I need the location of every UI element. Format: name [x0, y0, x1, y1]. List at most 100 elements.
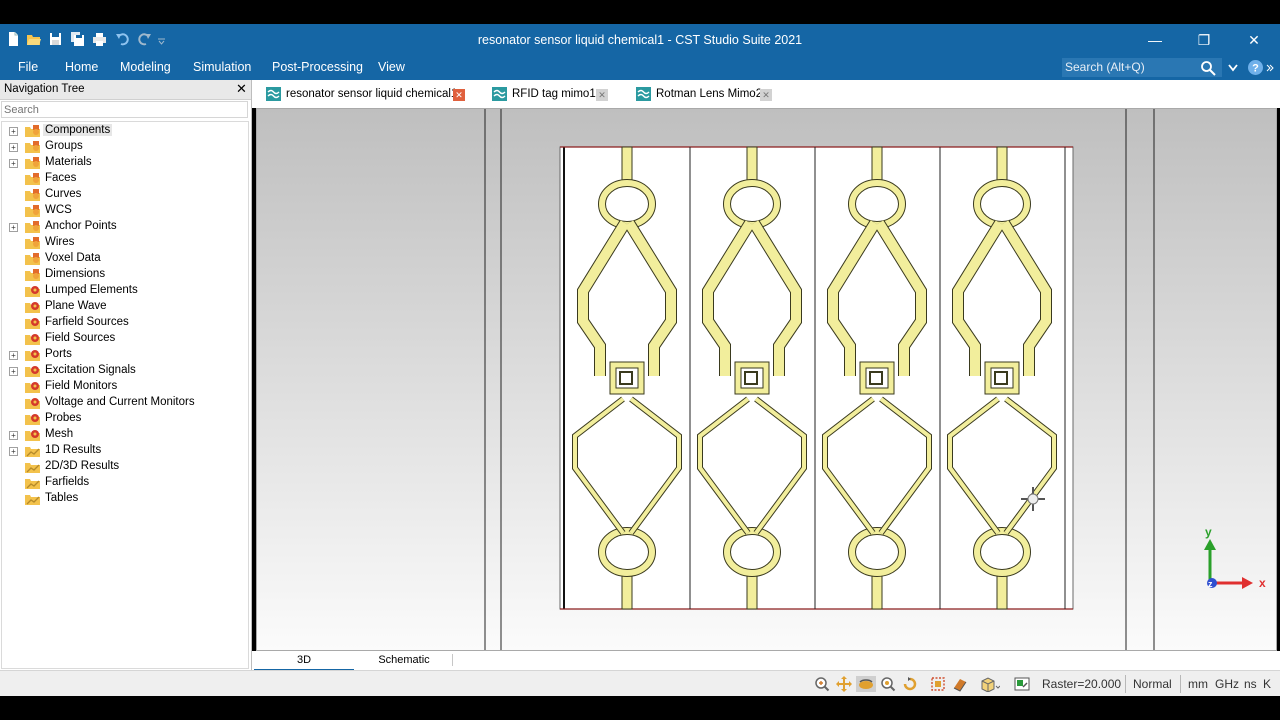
- tree-item-faces[interactable]: Faces: [2, 171, 248, 187]
- minimize-button[interactable]: —: [1132, 28, 1178, 52]
- zoom-icon[interactable]: [880, 676, 896, 692]
- navigation-close-button[interactable]: ✕: [236, 81, 247, 97]
- tab-resonator-sensor[interactable]: resonator sensor liquid chemical1 ✕: [266, 84, 474, 106]
- ribbon-toggle-icon[interactable]: [1266, 64, 1274, 72]
- command-search-input[interactable]: Search (Alt+Q): [1062, 58, 1222, 77]
- select-icon[interactable]: [930, 676, 946, 692]
- tree-item-2d-3d-results[interactable]: 2D/3D Results: [2, 459, 248, 475]
- pan-icon[interactable]: [836, 676, 852, 692]
- tree-item-components[interactable]: + Components: [2, 123, 248, 139]
- search-icon[interactable]: [1200, 60, 1216, 76]
- tree-item-field-sources[interactable]: Field Sources: [2, 331, 248, 347]
- tree-item-label: Farfield Sources: [45, 316, 129, 328]
- tree-item-plane-wave[interactable]: Plane Wave: [2, 299, 248, 315]
- tree-item-materials[interactable]: + Materials: [2, 155, 248, 171]
- tree-item-label: 1D Results: [45, 444, 102, 456]
- navigation-tree: + Components + Groups + Materials Faces Curves W…: [1, 121, 249, 669]
- rotate-icon[interactable]: [856, 676, 876, 692]
- substrate[interactable]: [559, 146, 1074, 610]
- menu-bar: File Home Modeling Simulation Post-Proce…: [0, 56, 1280, 80]
- tree-expand-icon[interactable]: +: [9, 351, 18, 360]
- folder-shapes-icon: [25, 269, 40, 281]
- tree-item-probes[interactable]: Probes: [2, 411, 248, 427]
- tree-item-farfield-sources[interactable]: Farfield Sources: [2, 315, 248, 331]
- unit-length: mm: [1188, 677, 1208, 691]
- tree-item-label: Voxel Data: [45, 252, 101, 264]
- menu-post-processing[interactable]: Post-Processing: [272, 60, 363, 74]
- axis-z-label: z: [1208, 579, 1213, 589]
- tree-item-dimensions[interactable]: Dimensions: [2, 267, 248, 283]
- tree-item-label: Groups: [45, 140, 83, 152]
- folder-gear-icon: [25, 382, 40, 393]
- tree-expand-icon[interactable]: +: [9, 159, 18, 168]
- screenshot-icon[interactable]: [1014, 676, 1030, 692]
- menu-home[interactable]: Home: [65, 60, 98, 74]
- tree-item-label: Curves: [45, 188, 82, 200]
- tree-item-excitation-signals[interactable]: + Excitation Signals: [2, 363, 248, 379]
- menu-file[interactable]: File: [18, 60, 38, 74]
- tree-item-label: Farfields: [45, 476, 90, 488]
- axis-x-label: x: [1259, 576, 1266, 590]
- tree-item-label: Excitation Signals: [45, 364, 136, 376]
- folder-gear-icon: [25, 350, 40, 361]
- tree-item-label: 2D/3D Results: [45, 460, 120, 472]
- restore-button[interactable]: ❐: [1181, 28, 1227, 52]
- close-button[interactable]: ✕: [1231, 28, 1277, 52]
- tree-item-label: Probes: [45, 412, 82, 424]
- folder-gear-icon: [25, 398, 40, 409]
- folder-gear-icon: [25, 334, 40, 345]
- tree-item-voltage-and-current-monitors[interactable]: Voltage and Current Monitors: [2, 395, 248, 411]
- help-icon[interactable]: ?: [1247, 59, 1264, 76]
- tree-item-label: Lumped Elements: [45, 284, 138, 296]
- tree-item-wcs[interactable]: WCS: [2, 203, 248, 219]
- tab-label: resonator sensor liquid chemical1: [286, 88, 458, 100]
- tree-expand-icon[interactable]: +: [9, 447, 18, 456]
- menu-view[interactable]: View: [378, 60, 405, 74]
- tree-item-lumped-elements[interactable]: Lumped Elements: [2, 283, 248, 299]
- tree-item-wires[interactable]: Wires: [2, 235, 248, 251]
- folder-gear-icon: [25, 430, 40, 441]
- tree-item-field-monitors[interactable]: Field Monitors: [2, 379, 248, 395]
- tree-item-ports[interactable]: + Ports: [2, 347, 248, 363]
- tree-expand-icon[interactable]: +: [9, 223, 18, 232]
- tree-item-tables[interactable]: Tables: [2, 491, 248, 507]
- zoom-fit-icon[interactable]: [814, 676, 830, 692]
- 3d-viewport[interactable]: y x z: [256, 108, 1277, 651]
- tree-item-farfields[interactable]: Farfields: [2, 475, 248, 491]
- tree-expand-icon[interactable]: +: [9, 143, 18, 152]
- folder-shapes-icon: [25, 157, 40, 169]
- tab-close-icon[interactable]: ✕: [453, 89, 465, 101]
- unit-temperature: K: [1263, 677, 1272, 691]
- tree-item-1d-results[interactable]: +1D Results: [2, 443, 248, 459]
- model-canvas[interactable]: y x z: [257, 109, 1277, 651]
- tree-expand-icon[interactable]: +: [9, 367, 18, 376]
- menu-modeling[interactable]: Modeling: [120, 60, 171, 74]
- view-cube-icon[interactable]: [980, 676, 1000, 692]
- tab-label: Rotman Lens Mimo2: [656, 88, 763, 100]
- tree-item-curves[interactable]: Curves: [2, 187, 248, 203]
- navigation-panel: Navigation Tree ✕ + Components + Groups + Mat…: [0, 80, 252, 670]
- axis-y-label: y: [1205, 525, 1212, 539]
- raster-status: Raster=20.000: [1042, 677, 1122, 691]
- tab-close-icon[interactable]: ✕: [596, 89, 608, 101]
- tab-3d[interactable]: 3D: [254, 651, 354, 671]
- tree-item-voxel-data[interactable]: Voxel Data: [2, 251, 248, 267]
- tab-close-icon[interactable]: ✕: [760, 89, 772, 101]
- tree-expand-icon[interactable]: +: [9, 127, 18, 136]
- chevron-down-icon[interactable]: [1228, 64, 1238, 72]
- menu-simulation[interactable]: Simulation: [193, 60, 251, 74]
- tree-item-anchor-points[interactable]: + Anchor Points: [2, 219, 248, 235]
- status-separator: [1125, 675, 1126, 693]
- tab-schematic[interactable]: Schematic: [356, 654, 453, 666]
- tab-rfid-tag[interactable]: RFID tag mimo1 ✕: [492, 84, 612, 106]
- tree-item-label: Plane Wave: [45, 300, 107, 312]
- tree-expand-icon[interactable]: +: [9, 431, 18, 440]
- folder-gear-icon: [25, 286, 40, 297]
- tree-item-groups[interactable]: + Groups: [2, 139, 248, 155]
- tab-rotman-lens[interactable]: Rotman Lens Mimo2 ✕: [636, 84, 776, 106]
- folder-results-icon: [25, 479, 40, 489]
- navigation-search-input[interactable]: [1, 101, 248, 118]
- spin-icon[interactable]: [902, 676, 918, 692]
- pick-icon[interactable]: [952, 676, 968, 692]
- tree-item-mesh[interactable]: + Mesh: [2, 427, 248, 443]
